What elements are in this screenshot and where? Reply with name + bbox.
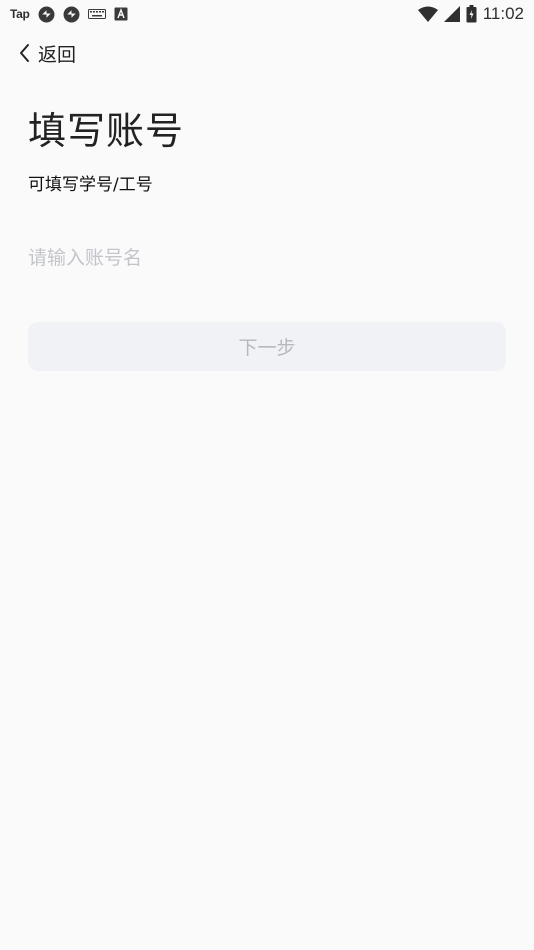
status-time: 11:02 <box>482 4 524 23</box>
signal-icon <box>443 6 460 22</box>
back-label: 返回 <box>38 43 77 66</box>
status-right-icons: 11:02 <box>417 4 524 24</box>
battery-icon <box>466 5 477 23</box>
sync-icon <box>38 6 55 23</box>
tap-icon: Tap <box>10 7 30 21</box>
keyboard-icon <box>87 8 106 20</box>
page-title: 填写账号 <box>28 109 185 153</box>
page-subtitle: 可填写学号/工号 <box>28 175 153 195</box>
status-left-icons: Tap <box>10 6 128 23</box>
back-button[interactable]: 返回 <box>18 38 76 68</box>
status-bar: Tap 11:02 <box>0 0 534 28</box>
wifi-icon <box>417 6 438 22</box>
sync-icon <box>63 6 80 23</box>
account-name-input[interactable] <box>28 236 506 280</box>
chevron-left-icon <box>18 43 32 63</box>
font-icon <box>114 7 128 21</box>
app-screen: Tap 11:02 返回 填写账号 可填写学号/工号 请输入账号名 下一步 <box>0 0 534 950</box>
next-step-button[interactable]: 下一步 <box>28 322 506 371</box>
